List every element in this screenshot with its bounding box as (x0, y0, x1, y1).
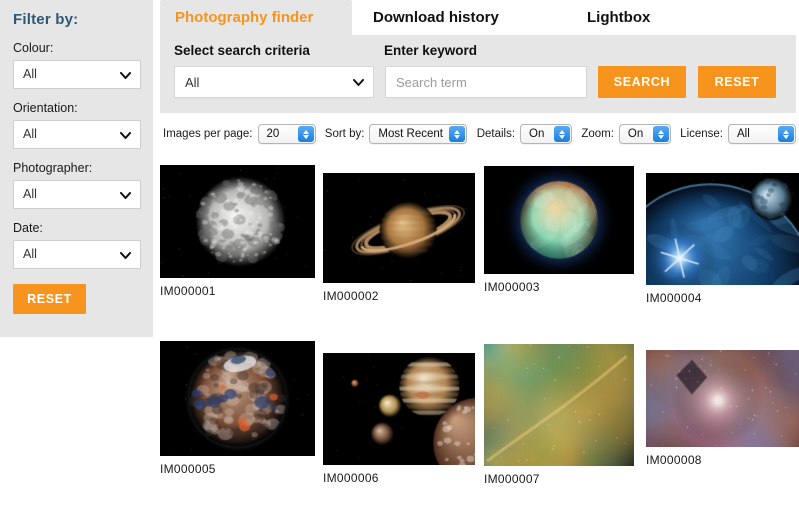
stepper-icon[interactable] (554, 126, 570, 142)
option-details: Details: On (477, 124, 572, 144)
filter-select-wrap-orientation: All (13, 120, 141, 149)
filter-select-wrap-date: All (13, 240, 141, 269)
result-thumbnail[interactable] (646, 350, 799, 447)
option-label-images-per-page: Images per page: (163, 128, 253, 140)
search-keyword-input[interactable] (385, 66, 587, 98)
filter-select-date[interactable]: All (13, 240, 141, 269)
results-row: IM000005 IM000006 IM000007 IM000008 (160, 331, 799, 490)
search-criteria-select-wrap: All (174, 66, 374, 98)
result-item[interactable]: IM000004 (646, 173, 799, 305)
search-controls-row: All SEARCH RESET (174, 66, 796, 98)
option-select-images-per-page[interactable]: 20 (258, 124, 316, 144)
option-label-details: Details: (477, 128, 515, 140)
app-root: Filter by: Colour: All Orientation: All Phot… (0, 0, 799, 527)
result-thumbnail[interactable] (160, 165, 315, 278)
search-button[interactable]: SEARCH (598, 66, 686, 98)
stepper-icon[interactable] (778, 126, 794, 142)
result-caption: IM000007 (484, 472, 634, 486)
tab-bar: Photography finder Download history Lightb… (160, 0, 796, 35)
tab-download-history[interactable]: Download history (358, 0, 565, 35)
option-label-zoom: Zoom: (581, 128, 614, 140)
filter-label-colour: Colour: (13, 41, 141, 55)
filter-group-date: Date: All (13, 221, 141, 269)
filter-select-wrap-photographer: All (13, 180, 141, 209)
search-reset-button[interactable]: RESET (698, 66, 776, 98)
results-options-bar: Images per page: 20 Sort by: Most Recent Det… (163, 121, 796, 147)
result-item[interactable]: IM000006 (323, 353, 475, 485)
result-item[interactable]: IM000003 (484, 166, 634, 294)
result-caption: IM000006 (323, 471, 475, 485)
filter-group-colour: Colour: All (13, 41, 141, 89)
option-label-license: License: (680, 128, 723, 140)
tab-photography-finder[interactable]: Photography finder (160, 0, 352, 35)
filter-select-colour[interactable]: All (13, 60, 141, 89)
filter-select-photographer[interactable]: All (13, 180, 141, 209)
result-caption: IM000003 (484, 280, 634, 294)
option-select-sort-by[interactable]: Most Recent (369, 124, 467, 144)
filter-group-list: Colour: All Orientation: All Photographer: Al… (13, 41, 141, 269)
result-item[interactable]: IM000007 (484, 344, 634, 486)
result-thumbnail[interactable] (646, 173, 799, 285)
search-criteria-select[interactable]: All (174, 66, 374, 98)
tab-label: Photography finder (175, 9, 313, 26)
result-item[interactable]: IM000002 (323, 173, 475, 303)
result-caption: IM000005 (160, 462, 315, 476)
result-caption: IM000008 (646, 453, 799, 467)
result-thumbnail[interactable] (484, 166, 634, 274)
tab-lightbox[interactable]: Lightbox (572, 0, 772, 35)
filter-label-photographer: Photographer: (13, 161, 141, 175)
filter-group-orientation: Orientation: All (13, 101, 141, 149)
filter-sidebar-title: Filter by: (13, 11, 141, 28)
option-label-sort-by: Sort by: (325, 128, 365, 140)
filter-sidebar: Filter by: Colour: All Orientation: All Phot… (0, 0, 153, 337)
search-panel-headings: Select search criteria Enter keyword (174, 43, 796, 58)
option-images-per-page: Images per page: 20 (163, 124, 316, 144)
stepper-icon[interactable] (653, 126, 669, 142)
sidebar-reset-button[interactable]: RESET (13, 284, 86, 314)
tab-label: Download history (373, 9, 499, 26)
search-panel: Select search criteria Enter keyword All… (160, 35, 796, 113)
filter-group-photographer: Photographer: All (13, 161, 141, 209)
stepper-icon[interactable] (298, 126, 314, 142)
option-license: License: All (680, 124, 796, 144)
result-item[interactable]: IM000005 (160, 341, 315, 476)
result-caption: IM000002 (323, 289, 475, 303)
option-zoom: Zoom: On (581, 124, 671, 144)
result-thumbnail[interactable] (323, 353, 475, 465)
filter-label-date: Date: (13, 221, 141, 235)
result-thumbnail[interactable] (484, 344, 634, 466)
result-caption: IM000001 (160, 284, 315, 298)
option-select-license[interactable]: All (728, 124, 796, 144)
search-criteria-heading: Select search criteria (174, 43, 384, 58)
result-thumbnail[interactable] (323, 173, 475, 283)
result-thumbnail[interactable] (160, 341, 315, 456)
filter-select-wrap-colour: All (13, 60, 141, 89)
results-row: IM000001 IM000002 IM000003 IM000004 (160, 155, 799, 309)
stepper-icon[interactable] (449, 126, 465, 142)
results-grid: IM000001 IM000002 IM000003 IM000004 IM000005… (160, 155, 799, 490)
filter-label-orientation: Orientation: (13, 101, 141, 115)
option-sort-by: Sort by: Most Recent (325, 124, 468, 144)
tab-label: Lightbox (587, 9, 650, 26)
filter-select-orientation[interactable]: All (13, 120, 141, 149)
result-item[interactable]: IM000008 (646, 350, 799, 467)
option-select-details[interactable]: On (520, 124, 572, 144)
search-keyword-heading: Enter keyword (384, 43, 477, 58)
option-select-zoom[interactable]: On (619, 124, 671, 144)
result-caption: IM000004 (646, 291, 799, 305)
result-item[interactable]: IM000001 (160, 165, 315, 298)
